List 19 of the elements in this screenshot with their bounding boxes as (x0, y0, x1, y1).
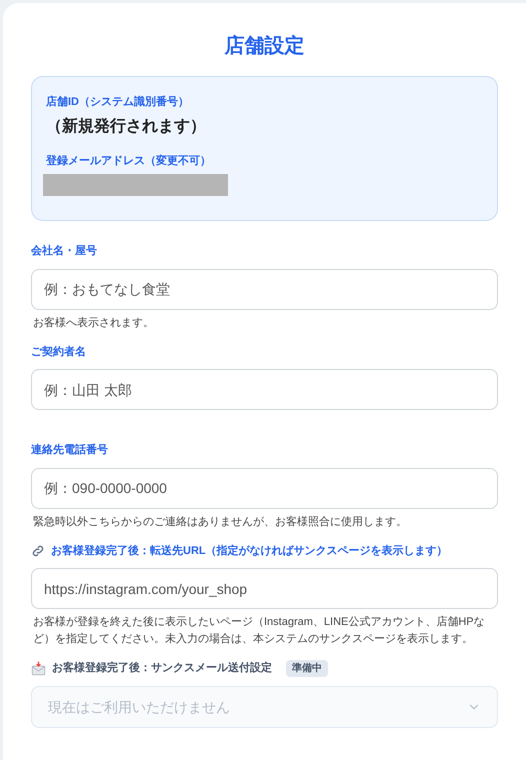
help-text: お客様へ表示されます。 (32, 316, 155, 330)
text-field[interactable]: 例：おもてなし食堂 (31, 268, 498, 310)
status-badge: 準備中 (286, 660, 328, 677)
field-label: お客様登録完了後：転送先URL（指定がなければサンクスページを表示します） (51, 544, 448, 558)
envelope-icon (31, 661, 46, 676)
page-title: 店舗設定 (223, 34, 306, 59)
help-text: 緊急時以外こちらからのご連絡はありませんが、お客様照合に使用します。 (32, 514, 408, 530)
field-label: お客様登録完了後：サンクスメール送付設定 (52, 660, 272, 676)
field-label: 連絡先電話番号 (31, 442, 108, 458)
text-field[interactable]: 例：090-0000-0000 (31, 468, 498, 508)
field-label: ご契約者名 (31, 344, 86, 360)
text-field[interactable]: 例：山田 太郎 (31, 369, 498, 410)
field-label: 登録メールアドレス（変更不可） (46, 154, 212, 168)
link-icon (31, 544, 45, 558)
store-id-value: （新規発行されます） (46, 116, 207, 136)
field-label: 会社名・屋号 (31, 244, 97, 259)
field-label: 店舗ID（システム識別番号） (46, 94, 190, 110)
text-field[interactable]: https://instagram.com/your_shop (31, 568, 498, 609)
help-text: お客様が登録を終えた後に表示したいページ（Instagram、LINE公式アカウント、店舗HPなど）を指定してください。未入力の場合は、本システムのサンクスページを表示します。 (32, 614, 486, 647)
